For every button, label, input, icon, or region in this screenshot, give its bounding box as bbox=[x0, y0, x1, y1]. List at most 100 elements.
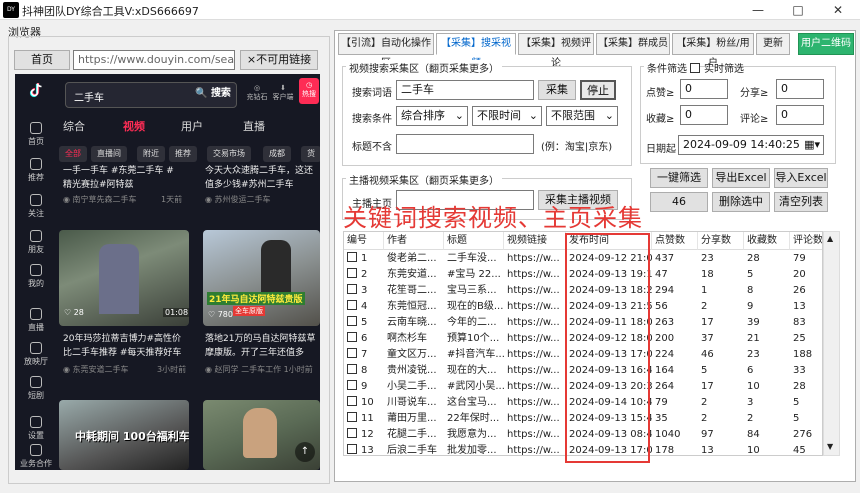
diamond-icon[interactable]: ◎ 充钻石 bbox=[245, 84, 269, 102]
chip-recommend[interactable]: 推荐 bbox=[169, 146, 197, 162]
scroll-top-icon[interactable]: ↑ bbox=[295, 442, 315, 462]
row-checkbox[interactable] bbox=[347, 332, 357, 342]
collect-button[interactable]: 采集 bbox=[538, 80, 576, 100]
douyin-search-button[interactable]: 🔍 搜索 bbox=[195, 84, 231, 99]
table-row[interactable]: 7 童文区万... #抖音汽车... https://w... 2024-09-13 1… bbox=[344, 347, 822, 363]
table-row[interactable]: 13 后浪二手车 批发加零... https://w... 2024-09-13 17:… bbox=[344, 443, 822, 455]
table-row[interactable]: 6 啊杰杉车 预算10个... https://w... 2024-09-12 18:0… bbox=[344, 331, 822, 347]
video-thumbnail[interactable]: 21年马自达阿特兹贵版 全车原版 ♡ 780 bbox=[203, 230, 320, 326]
tab-group-members[interactable]: 【采集】群成员 bbox=[596, 33, 670, 55]
table-scrollbar[interactable]: ▲ ▼ bbox=[823, 231, 840, 456]
results-table[interactable]: 编号 作者 标题 视频链接 发布时间 点赞数 分享数 收藏数 评论数 1 俊老弟二… bbox=[343, 231, 823, 456]
video-thumbnail[interactable]: 中耗期间 100台福利车型 bbox=[59, 400, 189, 470]
scroll-down-icon[interactable]: ▼ bbox=[827, 442, 833, 451]
row-checkbox[interactable] bbox=[347, 316, 357, 326]
favs-input[interactable]: 0 bbox=[680, 105, 728, 125]
table-row[interactable]: 2 东莞安道... #宝马 22... https://w... 2024-09-13 … bbox=[344, 267, 822, 283]
tab-fans-users[interactable]: 【采集】粉丝/用户 bbox=[672, 33, 754, 69]
row-checkbox[interactable] bbox=[347, 428, 357, 438]
table-row[interactable]: 3 花笙哥二... 宝马三系... https://w... 2024-09-13 18… bbox=[344, 283, 822, 299]
time-select[interactable]: 不限时间 ⌄ bbox=[472, 106, 542, 126]
table-row[interactable]: 4 东莞恒冠... 现在的B级... https://w... 2024-09-13 2… bbox=[344, 299, 822, 315]
sidebar-item-me[interactable]: 我的 bbox=[15, 264, 57, 289]
table-row[interactable]: 9 小吴二手... #武冈小吴... https://w... 2024-09-13 2… bbox=[344, 379, 822, 395]
sidebar-item-home[interactable]: 首页 bbox=[15, 122, 57, 147]
client-icon[interactable]: ⬇ 客户端 bbox=[271, 84, 295, 102]
url-field[interactable]: https://www.douyin.com/search/%E4 bbox=[73, 50, 235, 70]
home-button[interactable]: 首页 bbox=[14, 50, 70, 70]
chip-live-room[interactable]: 直播间 bbox=[91, 146, 127, 162]
sidebar-item-recommend[interactable]: 推荐 bbox=[15, 158, 57, 183]
tab-comprehensive[interactable]: 综合 bbox=[63, 118, 85, 134]
chip-more[interactable]: 货 bbox=[301, 146, 320, 162]
minimize-button[interactable]: — bbox=[738, 0, 778, 20]
shares-input[interactable]: 0 bbox=[776, 79, 824, 99]
tab-update[interactable]: 更新 bbox=[756, 33, 790, 55]
video-card-title[interactable]: 今天大众速腾二手车，这还值多少钱#苏州二手车 bbox=[205, 164, 319, 192]
video-thumbnail[interactable]: ↑ bbox=[203, 400, 320, 470]
row-checkbox[interactable] bbox=[347, 364, 357, 374]
table-row[interactable]: 12 花腿二手... 我愿意为... https://w... 2024-09-13 0… bbox=[344, 427, 822, 443]
comments-input[interactable]: 0 bbox=[776, 105, 824, 125]
col-header-title[interactable]: 标题 bbox=[444, 232, 504, 250]
import-excel-button[interactable]: 导入Excel bbox=[774, 168, 828, 188]
chip-all[interactable]: 全部 bbox=[59, 146, 87, 162]
col-header-id[interactable]: 编号 bbox=[344, 232, 384, 250]
table-row[interactable]: 11 莆田万里... 22年保时... https://w... 2024-09-13 … bbox=[344, 411, 822, 427]
sidebar-item-business[interactable]: 业务合作 bbox=[15, 444, 57, 469]
close-button[interactable]: ✕ bbox=[818, 0, 858, 20]
no-link-button[interactable]: ×不可用链接 bbox=[240, 50, 318, 70]
tab-video[interactable]: 视频 bbox=[123, 118, 145, 134]
table-row[interactable]: 1 俊老弟二... 二手车没... https://w... 2024-09-12 21… bbox=[344, 251, 822, 267]
video-card-title[interactable]: 20年玛莎拉蒂吉博力#高性价比二手车推荐 #每天推荐好车 bbox=[63, 332, 187, 360]
exclude-input[interactable] bbox=[396, 134, 534, 154]
hot-search-icon[interactable]: ◷ 热搜 bbox=[299, 78, 319, 104]
date-picker[interactable]: 2024-09-09 14:40:25 ▦▾ bbox=[678, 135, 824, 155]
sidebar-item-live[interactable]: 直播 bbox=[15, 308, 57, 333]
col-header-favs[interactable]: 收藏数 bbox=[744, 232, 790, 250]
tab-search-video[interactable]: 【采集】搜采视频 bbox=[436, 33, 516, 69]
clear-list-button[interactable]: 清空列表 bbox=[774, 192, 828, 212]
tab-automation[interactable]: 【引流】自动化操作区 bbox=[338, 33, 434, 69]
row-checkbox[interactable] bbox=[347, 252, 357, 262]
range-select[interactable]: 不限范围 ⌄ bbox=[546, 106, 618, 126]
count-button[interactable]: 46 bbox=[650, 192, 708, 212]
tab-live[interactable]: 直播 bbox=[243, 118, 265, 134]
video-thumbnail[interactable]: ♡ 28 01:08 bbox=[59, 230, 189, 326]
col-header-link[interactable]: 视频链接 bbox=[504, 232, 566, 250]
maximize-button[interactable]: □ bbox=[778, 0, 818, 20]
col-header-likes[interactable]: 点赞数 bbox=[652, 232, 698, 250]
chip-chengdu[interactable]: 成都 bbox=[263, 146, 291, 162]
video-card-title[interactable]: 一手一手车 #东莞二手车 #精光赛拉#阿特兹 bbox=[63, 164, 181, 192]
realtime-checkbox[interactable]: 实时筛选 bbox=[690, 60, 744, 75]
filter-button[interactable]: 一键筛选 bbox=[650, 168, 708, 188]
stop-button[interactable]: 停止 bbox=[580, 80, 616, 100]
likes-input[interactable]: 0 bbox=[680, 79, 728, 99]
scroll-up-icon[interactable]: ▲ bbox=[827, 234, 833, 243]
douyin-webview[interactable]: 首页 推荐 关注 朋友 我的 直播 放映厅 短剧 设置 业务合作 二手车 🔍 搜… bbox=[15, 74, 320, 470]
sidebar-item-follow[interactable]: 关注 bbox=[15, 194, 57, 219]
export-excel-button[interactable]: 导出Excel bbox=[712, 168, 770, 188]
col-header-author[interactable]: 作者 bbox=[384, 232, 444, 250]
col-header-publish-time[interactable]: 发布时间 bbox=[566, 232, 652, 250]
row-checkbox[interactable] bbox=[347, 380, 357, 390]
table-row[interactable]: 5 云南车晓... 今年的二... https://w... 2024-09-11 18… bbox=[344, 315, 822, 331]
table-row[interactable]: 10 川哥说车... 这台宝马... https://w... 2024-09-14 1… bbox=[344, 395, 822, 411]
row-checkbox[interactable] bbox=[347, 348, 357, 358]
row-checkbox[interactable] bbox=[347, 396, 357, 406]
keyword-input[interactable]: 二手车 bbox=[396, 80, 534, 100]
tab-video-comments[interactable]: 【采集】视频评论 bbox=[518, 33, 594, 69]
sidebar-item-settings[interactable]: 设置 bbox=[15, 416, 57, 441]
sidebar-item-drama[interactable]: 短剧 bbox=[15, 376, 57, 401]
chip-nearby[interactable]: 附近 bbox=[137, 146, 165, 162]
col-header-comments[interactable]: 评论数 bbox=[790, 232, 822, 250]
row-checkbox[interactable] bbox=[347, 300, 357, 310]
tab-user[interactable]: 用户 bbox=[181, 118, 203, 134]
video-card-title[interactable]: 落地21万的马自达阿特兹草摩康版。开了三年还值多 bbox=[205, 332, 319, 360]
row-checkbox[interactable] bbox=[347, 284, 357, 294]
row-checkbox[interactable] bbox=[347, 268, 357, 278]
chip-market[interactable]: 交易市场 bbox=[207, 146, 251, 162]
tab-user-qrcode[interactable]: 用户二维码 bbox=[798, 33, 854, 55]
douyin-logo[interactable] bbox=[27, 82, 45, 100]
col-header-shares[interactable]: 分享数 bbox=[698, 232, 744, 250]
